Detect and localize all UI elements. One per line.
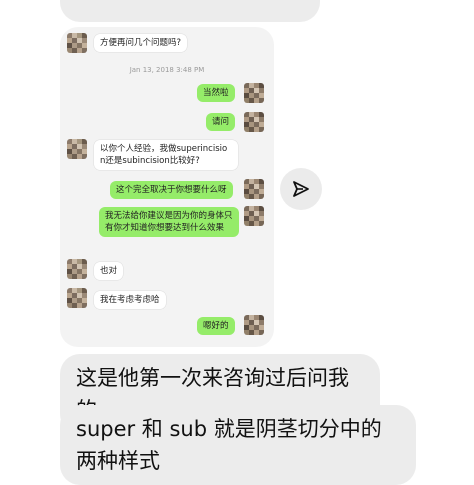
avatar — [67, 139, 87, 159]
chat-message-bubble: 我在考虑考虑哈 — [94, 291, 166, 309]
avatar — [67, 288, 87, 308]
chat-message-bubble: 嗯好的 — [197, 317, 235, 335]
send-arrow-icon — [293, 181, 309, 197]
avatar — [244, 206, 264, 226]
timestamp: Jan 13, 2018 3:48 PM — [129, 66, 205, 74]
chat-message-bubble: 当然啦 — [197, 84, 235, 102]
chat-message-bubble: super 和 sub 就是阴茎切分中的两种样式 — [60, 405, 416, 485]
chat-message-bubble: 以你个人经验，我做superincision还是subincision比较好? — [94, 140, 238, 170]
avatar — [244, 83, 264, 103]
avatar — [244, 315, 264, 335]
chat-message-bubble: 请问 — [206, 113, 236, 131]
avatar — [67, 33, 87, 53]
avatar — [244, 112, 264, 132]
share-button[interactable] — [280, 168, 322, 210]
avatar — [67, 259, 87, 279]
chat-message-bubble: 也对 — [94, 262, 124, 280]
chat-message-bubble: 方便再问几个问题吗? — [94, 34, 188, 52]
chat-message-bubble: 这个完全取决于你想要什么呀 — [110, 181, 233, 199]
chat-message-bubble: 我无法给你建议是因为你的身体只有你才知道你想要达到什么效果 — [99, 207, 239, 237]
message-text: super 和 sub 就是阴茎切分中的两种样式 — [76, 417, 382, 473]
avatar — [244, 179, 264, 199]
previous-message-bubble — [60, 0, 320, 22]
